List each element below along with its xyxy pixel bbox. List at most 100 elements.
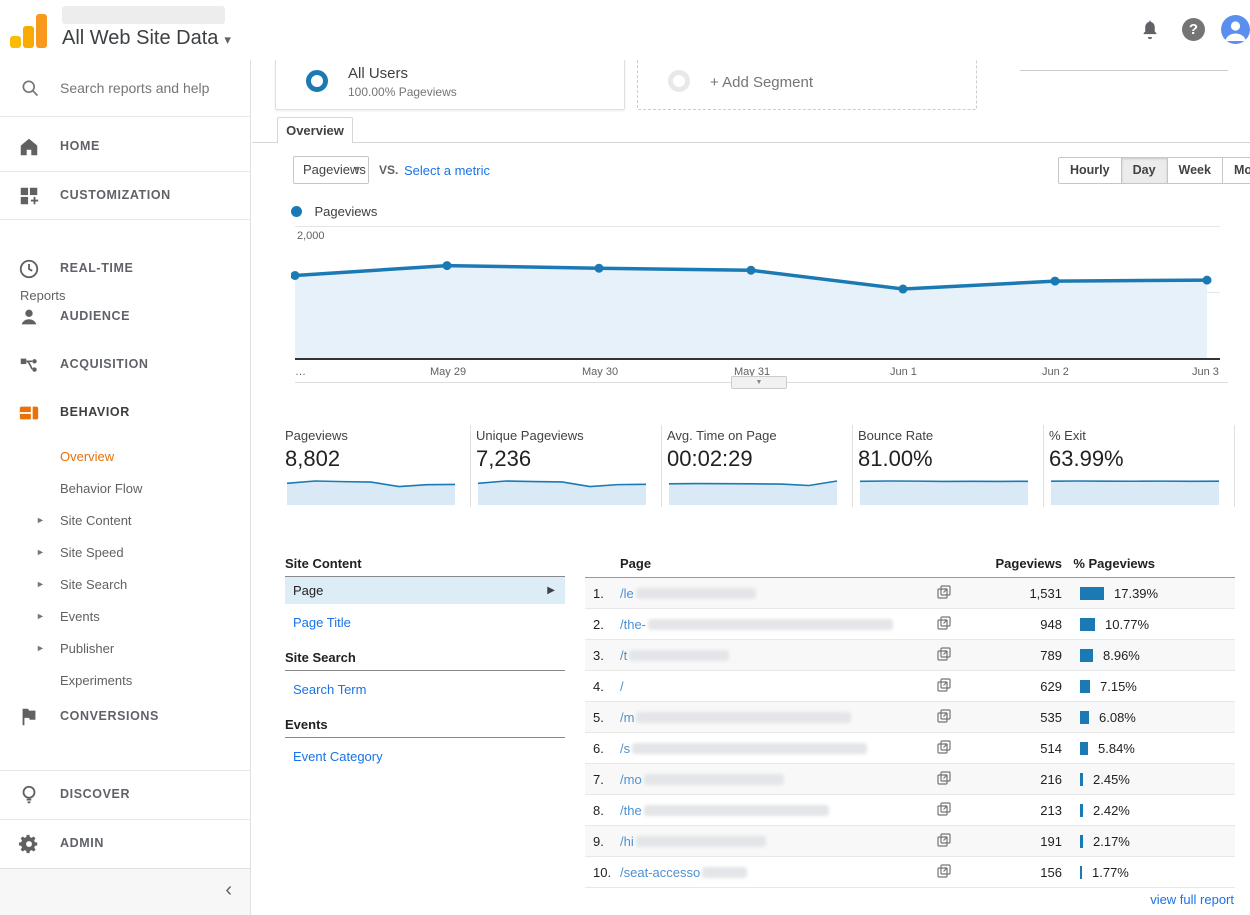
row-rank: 3. bbox=[593, 648, 604, 663]
granularity-hourly-button[interactable]: Hourly bbox=[1059, 158, 1122, 183]
dimension-page[interactable]: Page ▶ bbox=[285, 577, 565, 604]
granularity-week-button[interactable]: Week bbox=[1168, 158, 1223, 183]
sidebar-subitem-site-content[interactable]: ► Site Content bbox=[0, 505, 251, 537]
page-link-text: /mo bbox=[620, 772, 642, 787]
page-link[interactable]: /le bbox=[620, 586, 756, 601]
sidebar-item-acquisition[interactable]: ACQUISITION bbox=[0, 341, 251, 389]
sidebar-subitem-site-search[interactable]: ► Site Search bbox=[0, 569, 251, 601]
page-link[interactable]: /the bbox=[620, 803, 829, 818]
column-header-pct-pageviews[interactable]: % Pageviews bbox=[1073, 556, 1155, 571]
sidebar-item-realtime[interactable]: REAL-TIME bbox=[0, 245, 251, 293]
granularity-day-button[interactable]: Day bbox=[1122, 158, 1168, 183]
expander-icon[interactable]: ► bbox=[36, 547, 45, 557]
help-icon[interactable]: ? bbox=[1182, 18, 1205, 41]
scorecard-pageviews[interactable]: Pageviews 8,802 bbox=[285, 420, 476, 510]
analytics-logo-icon[interactable] bbox=[10, 14, 50, 48]
redacted-text bbox=[636, 836, 766, 847]
dimension-event-category-link[interactable]: Event Category bbox=[293, 749, 565, 764]
open-in-new-icon[interactable] bbox=[937, 771, 951, 785]
divider bbox=[1043, 425, 1044, 507]
person-icon bbox=[18, 306, 40, 328]
sidebar-item-home[interactable]: HOME bbox=[0, 123, 251, 171]
sidebar-subitem-behavior-flow[interactable]: Behavior Flow bbox=[0, 473, 251, 505]
notifications-bell-icon[interactable] bbox=[1139, 19, 1161, 41]
view-full-report-link[interactable]: view full report bbox=[1150, 892, 1234, 907]
divider bbox=[1020, 70, 1228, 71]
x-axis-tick: Jun 3 bbox=[1192, 366, 1219, 378]
dimension-page-title-link[interactable]: Page Title bbox=[293, 615, 565, 630]
page-link[interactable]: /s bbox=[620, 741, 867, 756]
property-title[interactable]: All Web Site Data▾ bbox=[62, 27, 231, 50]
pageviews-line-chart[interactable] bbox=[291, 225, 1216, 359]
page-link[interactable]: /mo bbox=[620, 772, 784, 787]
open-in-new-icon[interactable] bbox=[937, 833, 951, 847]
page-link[interactable]: /t bbox=[620, 648, 729, 663]
sidebar-item-label: BEHAVIOR bbox=[60, 405, 130, 419]
dimension-search-term-link[interactable]: Search Term bbox=[293, 682, 565, 697]
open-in-new-icon[interactable] bbox=[937, 864, 951, 878]
open-in-new-icon[interactable] bbox=[937, 585, 951, 599]
sidebar-item-label: AUDIENCE bbox=[60, 309, 130, 323]
sidebar-item-label: HOME bbox=[60, 139, 100, 153]
page-link[interactable]: /the- bbox=[620, 617, 893, 632]
page-link[interactable]: /seat-accesso bbox=[620, 865, 747, 880]
open-in-new-icon[interactable] bbox=[937, 678, 951, 692]
sidebar-item-label: CONVERSIONS bbox=[60, 709, 159, 723]
scorecard-pct-exit[interactable]: % Exit 63.99% bbox=[1049, 420, 1240, 510]
dimension-explorer: Site Content Page ▶ Page Title Site Sear… bbox=[285, 550, 565, 778]
pageviews-value: 213 bbox=[1040, 803, 1062, 818]
open-in-new-icon[interactable] bbox=[937, 709, 951, 723]
select-a-metric-link[interactable]: Select a metric bbox=[404, 163, 490, 178]
sidebar-item-admin[interactable]: ADMIN bbox=[0, 820, 251, 868]
open-in-new-icon[interactable] bbox=[937, 616, 951, 630]
sidebar-subitem-overview[interactable]: Overview bbox=[0, 441, 251, 473]
expander-icon[interactable]: ► bbox=[36, 579, 45, 589]
open-in-new-icon[interactable] bbox=[937, 647, 951, 661]
scorecard-bounce-rate[interactable]: Bounce Rate 81.00% bbox=[858, 420, 1049, 510]
sidebar-item-behavior[interactable]: BEHAVIOR bbox=[0, 389, 251, 437]
granularity-month-button[interactable]: Month bbox=[1223, 158, 1250, 183]
x-axis-tick: Jun 2 bbox=[1042, 366, 1069, 378]
sidebar-item-discover[interactable]: DISCOVER bbox=[0, 771, 251, 819]
pct-value: 6.08% bbox=[1099, 710, 1136, 725]
pageviews-value: 216 bbox=[1040, 772, 1062, 787]
sidebar-item-audience[interactable]: AUDIENCE bbox=[0, 293, 251, 341]
expander-icon[interactable]: ► bbox=[36, 611, 45, 621]
column-header-pageviews[interactable]: Pageviews bbox=[996, 556, 1063, 571]
sidebar-subitem-label: Site Speed bbox=[60, 545, 124, 560]
collapse-sidebar-icon[interactable]: ‹ bbox=[225, 879, 232, 902]
scorecard-avg-time-on-page[interactable]: Avg. Time on Page 00:02:29 bbox=[667, 420, 858, 510]
sidebar-subitem-events[interactable]: ► Events bbox=[0, 601, 251, 633]
scorecard-unique-pageviews[interactable]: Unique Pageviews 7,236 bbox=[476, 420, 667, 510]
open-in-new-icon[interactable] bbox=[937, 802, 951, 816]
timeline-collapse-handle[interactable]: ▼ bbox=[731, 376, 787, 389]
sidebar-subitem-publisher[interactable]: ► Publisher bbox=[0, 633, 251, 665]
expander-icon[interactable]: ► bbox=[36, 643, 45, 653]
avatar[interactable] bbox=[1221, 15, 1250, 44]
divider bbox=[0, 219, 251, 220]
search-input[interactable]: Search reports and help bbox=[0, 60, 251, 117]
redacted-text bbox=[629, 650, 729, 661]
expander-icon[interactable]: ► bbox=[36, 515, 45, 525]
segment-all-users[interactable]: All Users 100.00% Pageviews bbox=[275, 58, 625, 110]
segment-title: All Users bbox=[348, 65, 408, 82]
sidebar-item-customization[interactable]: CUSTOMIZATION bbox=[0, 172, 251, 220]
pct-value: 8.96% bbox=[1103, 648, 1140, 663]
metric-dropdown[interactable]: Pageviews ▾ bbox=[293, 156, 369, 184]
add-segment-button[interactable]: + Add Segment bbox=[637, 58, 977, 110]
sidebar-item-conversions[interactable]: CONVERSIONS bbox=[0, 693, 251, 741]
customization-icon bbox=[18, 185, 40, 207]
divider bbox=[852, 425, 853, 507]
page-link-text: /m bbox=[620, 710, 634, 725]
page-link[interactable]: / bbox=[620, 679, 624, 694]
sidebar-subitem-label: Site Content bbox=[60, 513, 132, 528]
page-link[interactable]: /hi bbox=[620, 834, 766, 849]
redacted-text bbox=[644, 805, 829, 816]
open-in-new-icon[interactable] bbox=[937, 740, 951, 754]
column-header-page[interactable]: Page bbox=[620, 556, 651, 571]
segment-subtitle: 100.00% Pageviews bbox=[348, 85, 457, 99]
sidebar-subitem-site-speed[interactable]: ► Site Speed bbox=[0, 537, 251, 569]
site-content-header: Site Content bbox=[285, 550, 565, 577]
tab-overview[interactable]: Overview bbox=[277, 117, 353, 143]
page-link[interactable]: /m bbox=[620, 710, 851, 725]
